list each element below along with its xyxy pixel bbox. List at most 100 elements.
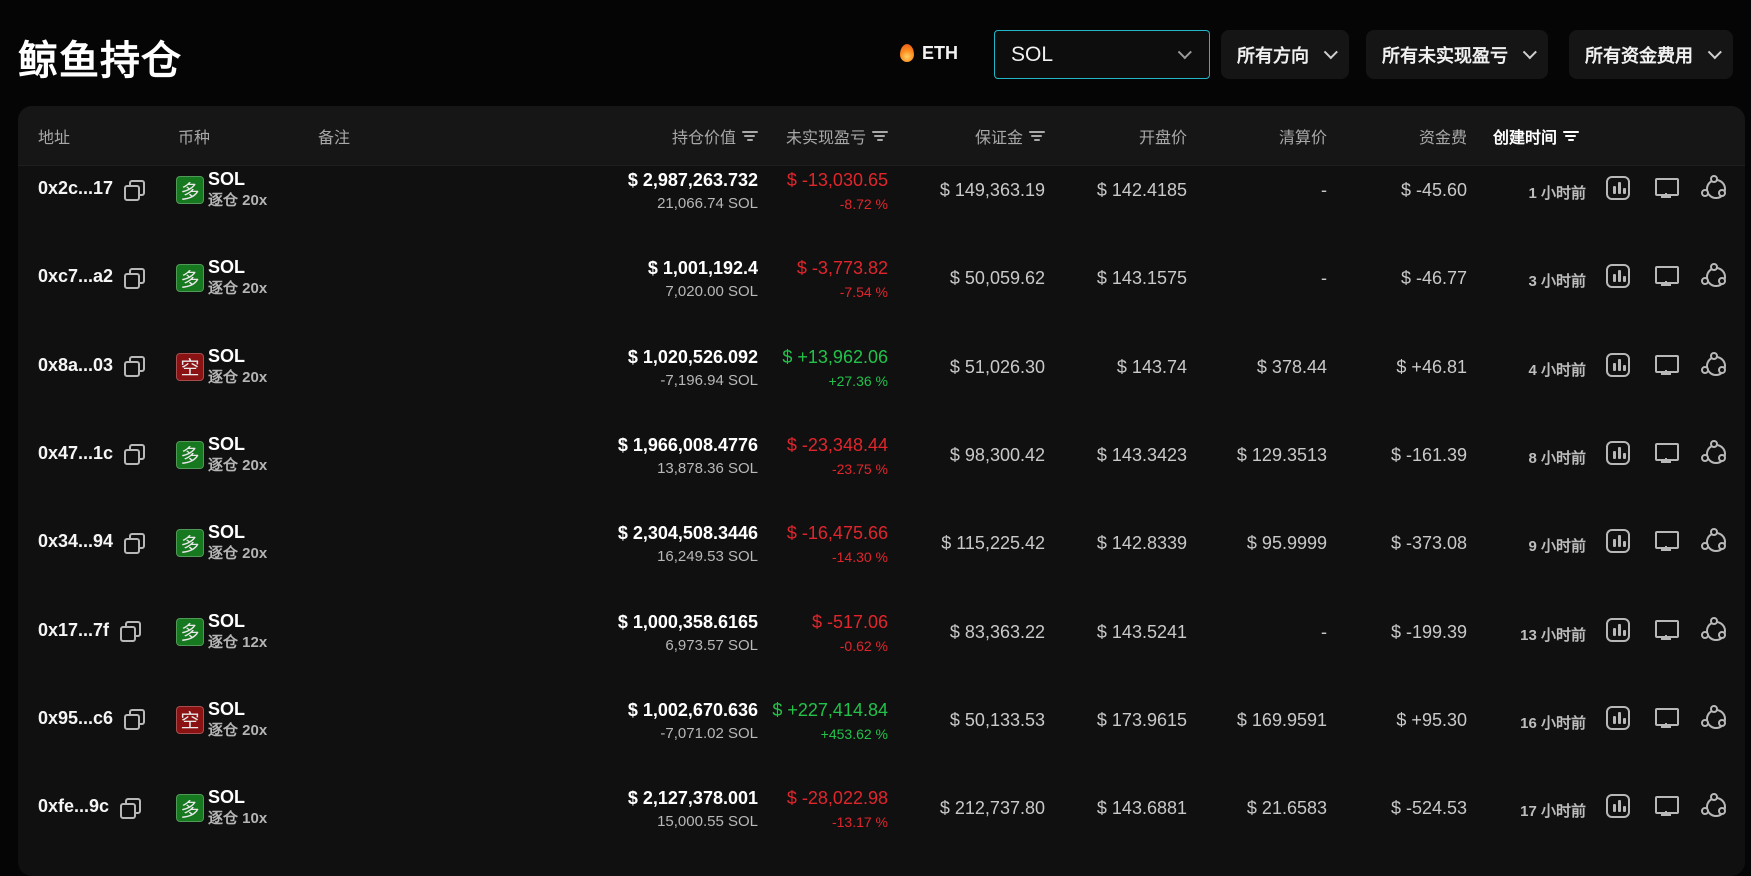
monitor-icon[interactable] <box>1654 176 1679 200</box>
address-cell: 0xc7...a2 <box>38 266 146 289</box>
margin-mode: 逐仓 20x <box>208 456 268 474</box>
eth-quick-filter[interactable]: ETH <box>900 38 958 68</box>
chart-icon[interactable] <box>1606 352 1630 377</box>
margin-value: $ 50,133.53 <box>949 709 1045 730</box>
side-badge: 多 <box>176 617 204 646</box>
position-value-cell: $ 2,127,378.001 15,000.55 SOL <box>628 786 758 834</box>
monitor-icon[interactable] <box>1654 794 1679 818</box>
open-price-value: $ 143.3423 <box>1096 444 1187 465</box>
table-row[interactable]: 0x8a...03 空 SOL 逐仓 20x $ 1,020,526.092 -7,196… <box>18 325 1745 413</box>
monitor-icon[interactable] <box>1654 529 1679 553</box>
liq-price-value: - <box>1321 621 1327 642</box>
liq-price-value: $ 378.44 <box>1256 356 1327 377</box>
table-row[interactable]: 0x34...94 多 SOL 逐仓 20x $ 2,304,508.3446 16,24… <box>18 501 1745 589</box>
chart-icon[interactable] <box>1606 617 1630 642</box>
pnl-value: $ -3,773.82 <box>796 258 888 279</box>
pnl-percent: +453.62 % <box>820 725 888 742</box>
col-value-label: 持仓价值 <box>671 130 736 147</box>
table-row[interactable]: 0x17...7f 多 SOL 逐仓 12x $ 1,000,358.6165 6,973… <box>18 590 1745 678</box>
table-row[interactable]: 0xfe...9c 多 SOL 逐仓 10x $ 2,127,378.001 15,000… <box>18 766 1745 854</box>
monitor-icon[interactable] <box>1654 353 1679 377</box>
copy-icon[interactable] <box>123 708 146 731</box>
address-link[interactable]: 0x34...94 <box>38 531 113 552</box>
margin-mode: 逐仓 20x <box>208 721 268 739</box>
address-link[interactable]: 0x95...c6 <box>38 708 113 729</box>
address-cell: 0x95...c6 <box>38 708 146 731</box>
direction-filter-label: 所有方向 <box>1237 45 1309 66</box>
share-icon[interactable] <box>1701 793 1726 818</box>
share-icon[interactable] <box>1701 439 1726 465</box>
side-badge: 多 <box>176 440 204 469</box>
share-icon[interactable] <box>1701 616 1726 642</box>
margin-value: $ 50,059.62 <box>949 268 1045 289</box>
funding-filter[interactable]: 所有资金费用 <box>1569 30 1733 79</box>
flame-icon <box>900 44 914 62</box>
coin-cell: 多 SOL 逐仓 20x <box>176 168 267 212</box>
liq-price-value: $ 95.9999 <box>1246 533 1327 554</box>
address-link[interactable]: 0x2c...17 <box>38 178 113 199</box>
pnl-cell: $ -23,348.44 -23.75 % <box>787 433 888 481</box>
chart-icon[interactable] <box>1606 705 1630 730</box>
address-link[interactable]: 0x17...7f <box>38 620 109 641</box>
funding-filter-label: 所有资金费用 <box>1585 45 1693 66</box>
copy-icon[interactable] <box>119 797 142 819</box>
side-badge: 多 <box>176 176 204 204</box>
table-row[interactable]: 0x47...1c 多 SOL 逐仓 20x $ 1,966,008.4776 13,87… <box>18 413 1745 501</box>
table-row[interactable]: 0x2c...17 多 SOL 逐仓 20x $ 2,987,263.732 21,066… <box>18 148 1745 236</box>
symbol-select[interactable]: SOL <box>994 30 1210 79</box>
created-time: 16 小时前 <box>1520 714 1586 732</box>
row-actions <box>1606 439 1726 465</box>
share-icon[interactable] <box>1701 528 1726 553</box>
coin-cell: 多 SOL 逐仓 20x <box>176 521 267 565</box>
coin-cell: 空 SOL 逐仓 20x <box>176 345 267 389</box>
address-link[interactable]: 0x47...1c <box>38 443 113 464</box>
side-badge: 多 <box>176 264 204 293</box>
monitor-icon[interactable] <box>1654 441 1679 465</box>
side-badge: 空 <box>176 352 204 381</box>
copy-icon[interactable] <box>123 179 146 201</box>
copy-icon[interactable] <box>123 355 146 378</box>
margin-mode: 逐仓 12x <box>208 633 268 651</box>
pnl-cell: $ -517.06 -0.62 % <box>812 610 888 658</box>
table-row[interactable]: 0x95...c6 空 SOL 逐仓 20x $ 1,002,670.636 -7,071… <box>18 678 1745 766</box>
pnl-percent: -0.62 % <box>839 637 888 654</box>
address-link[interactable]: 0xfe...9c <box>38 796 109 817</box>
monitor-icon[interactable] <box>1654 618 1679 642</box>
address-link[interactable]: 0xc7...a2 <box>38 266 113 287</box>
position-size: -7,071.02 SOL <box>660 724 758 742</box>
share-icon[interactable] <box>1701 175 1726 200</box>
direction-filter[interactable]: 所有方向 <box>1221 30 1349 79</box>
pnl-percent: -13.17 % <box>831 814 888 831</box>
row-actions <box>1606 793 1726 819</box>
chart-icon[interactable] <box>1606 529 1630 554</box>
position-value: $ 2,127,378.001 <box>627 788 758 809</box>
pnl-filter[interactable]: 所有未实现盈亏 <box>1366 30 1548 79</box>
copy-icon[interactable] <box>123 267 146 289</box>
share-icon[interactable] <box>1701 263 1726 288</box>
monitor-icon[interactable] <box>1654 264 1679 288</box>
created-time: 13 小时前 <box>1520 626 1586 644</box>
coin-cell: 多 SOL 逐仓 20x <box>176 433 267 477</box>
coin-name: SOL <box>208 257 246 278</box>
chart-icon[interactable] <box>1606 176 1630 200</box>
chart-icon[interactable] <box>1606 794 1630 819</box>
copy-icon[interactable] <box>123 443 146 466</box>
share-icon[interactable] <box>1701 351 1726 377</box>
address-link[interactable]: 0x8a...03 <box>38 355 113 376</box>
share-icon[interactable] <box>1701 704 1726 730</box>
chart-icon[interactable] <box>1606 440 1630 465</box>
funding-value: $ -46.77 <box>1400 268 1467 289</box>
sort-icon <box>872 130 888 142</box>
monitor-icon[interactable] <box>1654 706 1679 730</box>
pnl-value: $ -28,022.98 <box>786 788 888 809</box>
position-value: $ 1,020,526.092 <box>627 346 758 367</box>
col-created-label: 创建时间 <box>1493 130 1558 147</box>
pnl-cell: $ -3,773.82 -7.54 % <box>797 256 888 304</box>
position-value-cell: $ 2,987,263.732 21,066.74 SOL <box>628 168 758 216</box>
funding-value: $ -199.39 <box>1390 621 1467 642</box>
chevron-down-icon <box>1522 44 1537 59</box>
copy-icon[interactable] <box>123 532 146 554</box>
copy-icon[interactable] <box>119 620 142 642</box>
table-row[interactable]: 0xc7...a2 多 SOL 逐仓 20x $ 1,001,192.4 7,020.00… <box>18 236 1745 324</box>
chart-icon[interactable] <box>1606 264 1630 289</box>
